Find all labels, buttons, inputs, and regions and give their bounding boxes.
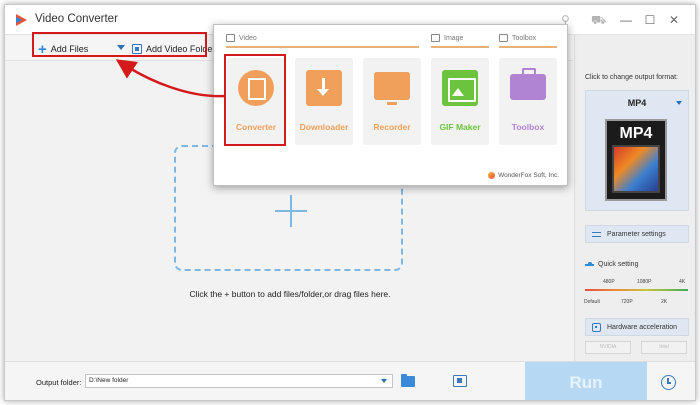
close-button[interactable]: ✕ bbox=[665, 12, 683, 28]
output-folder-label: Output folder: bbox=[36, 378, 82, 387]
film-reel-icon bbox=[612, 145, 660, 193]
hardware-acceleration-button[interactable]: Hardware acceleration bbox=[585, 318, 689, 336]
output-format-selector[interactable]: MP4 MP4 bbox=[585, 90, 689, 211]
quality-label-2k: 2K bbox=[661, 299, 668, 305]
hardware-acceleration-label: Hardware acceleration bbox=[607, 323, 678, 331]
tile-label: GIF Maker bbox=[439, 122, 481, 132]
slider-icon bbox=[585, 262, 594, 266]
highlight-box-converter bbox=[224, 54, 286, 146]
minimize-button[interactable]: — bbox=[617, 12, 635, 28]
recorder-icon bbox=[374, 72, 410, 105]
quick-setting-label: Quick setting bbox=[598, 261, 639, 268]
app-logo-icon bbox=[16, 14, 27, 26]
mp4-format-icon: MP4 bbox=[605, 119, 667, 201]
tile-downloader[interactable]: Downloader bbox=[295, 58, 353, 145]
image-section-icon bbox=[431, 34, 440, 42]
run-button[interactable]: Run bbox=[525, 362, 647, 400]
tile-label: Toolbox bbox=[511, 122, 545, 132]
quality-label-720p: 720P bbox=[621, 299, 633, 305]
tile-toolbox[interactable]: Toolbox bbox=[499, 58, 557, 145]
intel-badge: Intel bbox=[641, 341, 687, 354]
quality-label-1080p: 1080P bbox=[637, 279, 652, 285]
section-video-label: Video bbox=[239, 34, 257, 42]
quality-label-4k: 4K bbox=[679, 279, 686, 285]
section-image-label: Image bbox=[444, 34, 464, 42]
format-dropdown-icon[interactable] bbox=[676, 101, 682, 105]
open-folder-icon[interactable] bbox=[401, 374, 415, 387]
gif-maker-icon bbox=[442, 70, 478, 106]
section-video: Video bbox=[226, 34, 257, 42]
mp4-icon-text: MP4 bbox=[619, 125, 653, 142]
downloader-icon bbox=[306, 70, 342, 106]
tile-recorder[interactable]: Recorder bbox=[363, 58, 421, 145]
quick-setting: Quick setting bbox=[585, 261, 638, 268]
highlight-box-toolbar bbox=[32, 32, 207, 57]
sliders-icon bbox=[592, 230, 601, 239]
parameter-settings-label: Parameter settings bbox=[607, 230, 666, 238]
section-image: Image bbox=[431, 34, 463, 42]
video-section-icon bbox=[226, 34, 235, 42]
alarm-clock-icon[interactable] bbox=[661, 375, 676, 390]
chip-icon bbox=[592, 322, 601, 332]
output-folder-field[interactable]: D:\New folder bbox=[85, 374, 393, 388]
quality-label-default: Default bbox=[584, 299, 600, 305]
section-divider bbox=[431, 46, 489, 48]
output-panel: Click to change output format: MP4 MP4 P… bbox=[574, 35, 695, 361]
toolbox-section-icon bbox=[499, 34, 508, 42]
format-name: MP4 bbox=[627, 98, 647, 108]
brand: WonderFox Soft, Inc. bbox=[488, 172, 559, 179]
tile-label: Recorder bbox=[373, 122, 411, 132]
maximize-button[interactable]: ☐ bbox=[641, 12, 659, 28]
nvidia-badge: NVIDIA bbox=[585, 341, 631, 354]
drop-hint: Click the + button to add files/folder,o… bbox=[189, 289, 391, 299]
cart-icon[interactable]: ⛟ bbox=[591, 13, 606, 27]
bottom-bar: Output folder: D:\New folder Run bbox=[5, 361, 695, 400]
quality-label-480p: 480P bbox=[603, 279, 615, 285]
section-toolbox-label: Toolbox bbox=[512, 34, 537, 42]
section-toolbox: Toolbox bbox=[499, 34, 536, 42]
parameter-settings-button[interactable]: Parameter settings bbox=[585, 225, 689, 243]
wonderfox-logo-icon bbox=[488, 172, 496, 179]
preview-icon[interactable] bbox=[453, 375, 467, 387]
quality-slider[interactable] bbox=[585, 289, 688, 291]
section-divider bbox=[499, 46, 557, 48]
output-format-title: Click to change output format: bbox=[585, 74, 678, 81]
tile-gif-maker[interactable]: GIF Maker bbox=[431, 58, 489, 145]
brand-label: WonderFox Soft, Inc. bbox=[498, 172, 559, 179]
tile-label: Downloader bbox=[299, 122, 349, 132]
output-folder-dropdown-icon[interactable] bbox=[381, 379, 387, 383]
app-title: Video Converter bbox=[35, 13, 118, 25]
toolbox-icon bbox=[510, 68, 546, 100]
add-plus-icon[interactable] bbox=[275, 195, 307, 227]
section-divider bbox=[226, 46, 419, 48]
